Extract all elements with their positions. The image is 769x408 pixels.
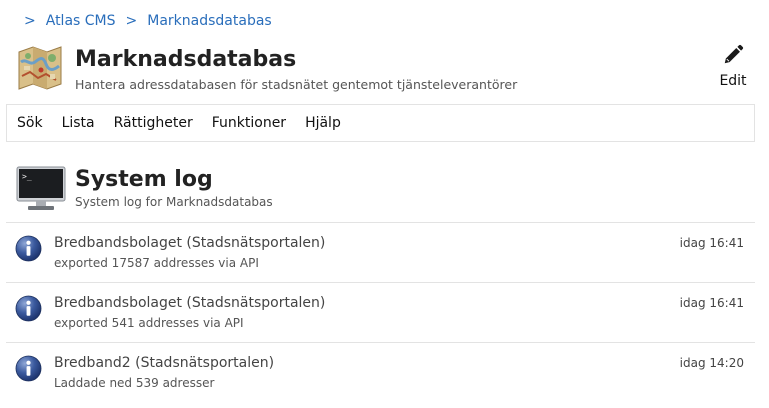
svg-text:>_: >_ — [22, 172, 32, 181]
log-timestamp: idag 14:20 — [679, 356, 744, 370]
log-source: Bredbandsbolaget (Stadsnätsportalen) — [54, 295, 326, 311]
log-timestamp: idag 16:41 — [679, 236, 744, 250]
info-icon — [15, 235, 42, 262]
log-message: exported 17587 addresses via API — [54, 256, 259, 270]
pencil-icon — [724, 44, 744, 64]
main-menu: Sök Lista Rättigheter Funktioner Hjälp — [6, 104, 755, 142]
terminal-monitor-icon: >_ — [16, 166, 66, 212]
system-log-header: >_ System log System log for Marknadsdat… — [16, 166, 756, 214]
menu-item-sok[interactable]: Sök — [17, 115, 43, 131]
info-icon — [15, 295, 42, 322]
breadcrumb-link-atlas-cms[interactable]: Atlas CMS — [46, 13, 116, 29]
section-title: System log — [75, 167, 213, 192]
log-message: exported 541 addresses via API — [54, 316, 244, 330]
edit-label: Edit — [719, 73, 747, 89]
breadcrumb-separator: > — [125, 13, 138, 29]
menu-item-rattigheter[interactable]: Rättigheter — [114, 115, 193, 131]
menu-item-lista[interactable]: Lista — [62, 115, 95, 131]
map-icon — [16, 44, 64, 92]
page-subtitle: Hantera adressdatabasen för stadsnätet g… — [75, 77, 518, 92]
section-subtitle: System log for Marknadsdatabas — [75, 195, 273, 209]
log-message: Laddade ned 539 adresser — [54, 376, 215, 390]
edit-button[interactable]: Edit — [713, 44, 753, 94]
breadcrumb-link-marknadsdatabas[interactable]: Marknadsdatabas — [147, 13, 271, 29]
menu-item-funktioner[interactable]: Funktioner — [212, 115, 286, 131]
log-entry[interactable]: Bredband2 (Stadsnätsportalen) Laddade ne… — [6, 342, 755, 402]
log-timestamp: idag 16:41 — [679, 296, 744, 310]
menu-item-hjalp[interactable]: Hjälp — [305, 115, 341, 131]
breadcrumb: > Atlas CMS > Marknadsdatabas — [24, 13, 282, 29]
log-source: Bredband2 (Stadsnätsportalen) — [54, 355, 275, 371]
log-list: Bredbandsbolaget (Stadsnätsportalen) exp… — [6, 222, 755, 402]
log-source: Bredbandsbolaget (Stadsnätsportalen) — [54, 235, 326, 251]
page-title: Marknadsdatabas — [75, 47, 297, 72]
app-header: Marknadsdatabas Hantera adressdatabasen … — [16, 44, 756, 96]
breadcrumb-separator: > — [24, 13, 36, 29]
info-icon — [15, 355, 42, 382]
log-entry[interactable]: Bredbandsbolaget (Stadsnätsportalen) exp… — [6, 222, 755, 282]
log-entry[interactable]: Bredbandsbolaget (Stadsnätsportalen) exp… — [6, 282, 755, 342]
